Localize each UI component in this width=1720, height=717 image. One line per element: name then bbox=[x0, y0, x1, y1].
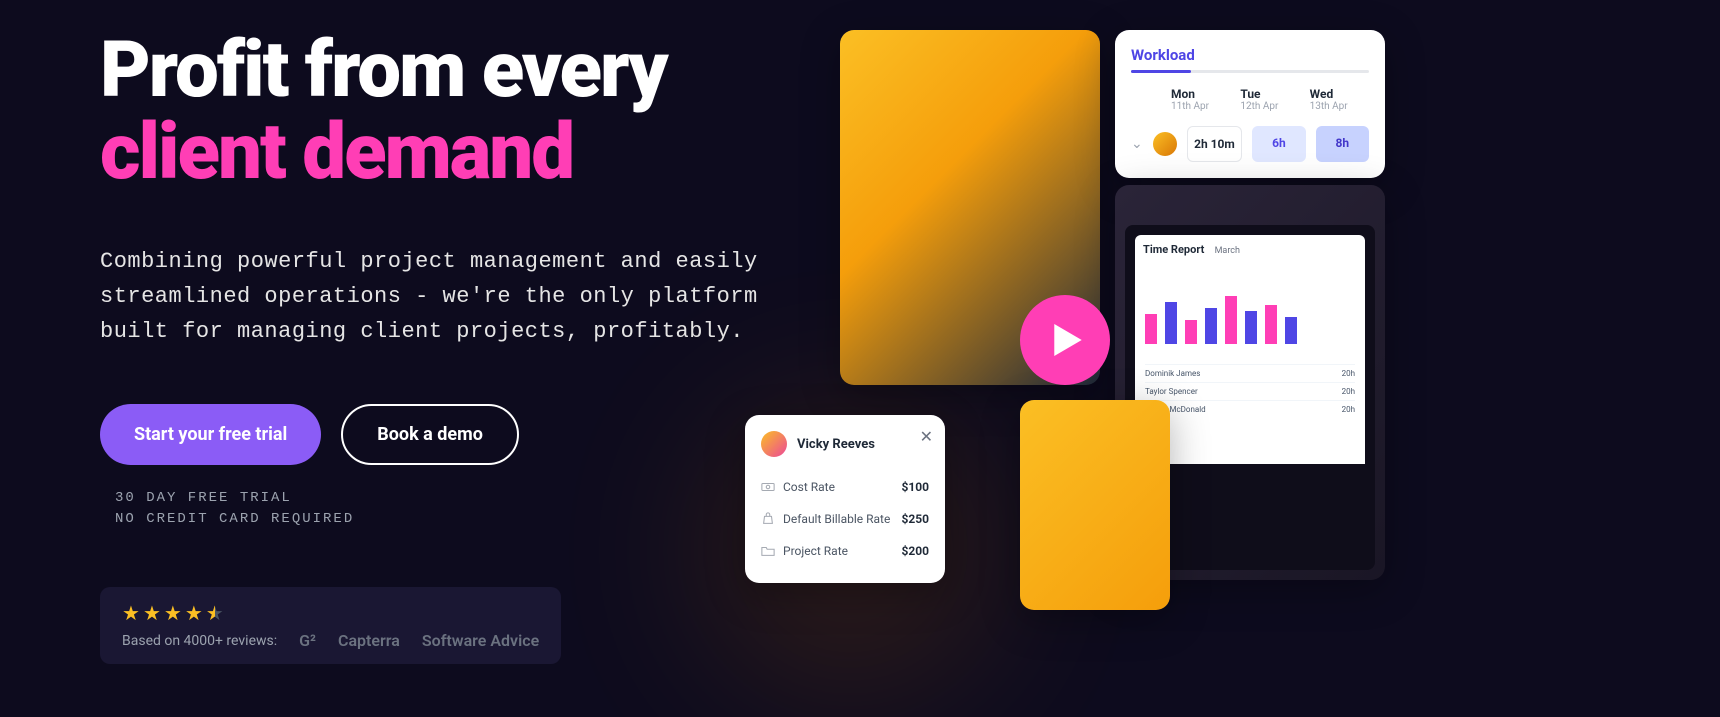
profile-name: Vicky Reeves bbox=[797, 437, 875, 452]
profile-row: Project Rate $200 bbox=[761, 535, 929, 567]
trial-line1: 30 DAY FREE TRIAL bbox=[115, 490, 780, 506]
close-icon[interactable]: ✕ bbox=[920, 427, 933, 446]
headline-line2: client demand bbox=[100, 112, 780, 194]
profile-card: ✕ Vicky Reeves Cost Rate $100 Default Bi… bbox=[745, 415, 945, 583]
trial-info: 30 DAY FREE TRIAL NO CREDIT CARD REQUIRE… bbox=[100, 490, 780, 527]
play-icon bbox=[1054, 324, 1082, 356]
hero-subhead: Combining powerful project management an… bbox=[100, 244, 780, 350]
headline-line1: Profit from every bbox=[100, 30, 780, 112]
star-half-icon: ★ bbox=[206, 601, 224, 625]
chevron-down-icon[interactable]: ⌄ bbox=[1131, 136, 1143, 152]
capterra-logo: Capterra bbox=[338, 631, 400, 650]
star-icon: ★ bbox=[122, 601, 140, 625]
software-advice-logo: Software Advice bbox=[422, 631, 539, 650]
hero-headline: Profit from every client demand bbox=[100, 30, 780, 194]
workload-day: Wed 13th Apr bbox=[1310, 87, 1369, 112]
report-title: Time Report bbox=[1143, 243, 1204, 256]
workload-cell: 2h 10m bbox=[1187, 126, 1242, 162]
star-icon: ★ bbox=[143, 601, 161, 625]
hero-photo-secondary bbox=[1020, 400, 1170, 610]
book-demo-button[interactable]: Book a demo bbox=[341, 404, 519, 465]
workload-day: Tue 12th Apr bbox=[1240, 87, 1299, 112]
workload-tab-indicator bbox=[1131, 70, 1369, 73]
trial-line2: NO CREDIT CARD REQUIRED bbox=[115, 511, 780, 527]
reviews-text: Based on 4000+ reviews: bbox=[122, 633, 277, 649]
start-trial-button[interactable]: Start your free trial bbox=[100, 404, 321, 465]
profile-row: Cost Rate $100 bbox=[761, 471, 929, 503]
star-icon: ★ bbox=[164, 601, 182, 625]
workload-cell: 8h bbox=[1316, 126, 1369, 162]
g2-logo: G² bbox=[299, 631, 316, 650]
workload-cell: 6h bbox=[1252, 126, 1305, 162]
reviews-badge: ★ ★ ★ ★ ★ Based on 4000+ reviews: G² Cap… bbox=[100, 587, 561, 664]
folder-icon bbox=[761, 544, 775, 558]
profile-row: Default Billable Rate $250 bbox=[761, 503, 929, 535]
play-video-button[interactable] bbox=[1020, 295, 1110, 385]
report-chart bbox=[1145, 274, 1355, 354]
workload-day: Mon 11th Apr bbox=[1171, 87, 1230, 112]
avatar bbox=[1153, 132, 1177, 156]
bag-icon bbox=[761, 512, 775, 526]
workload-widget: Workload Mon 11th Apr Tue 12th Apr Wed 1… bbox=[1115, 30, 1385, 178]
report-table: Dominik James20h Taylor Spencer20h Ruben… bbox=[1145, 364, 1355, 418]
avatar bbox=[761, 431, 787, 457]
star-icon: ★ bbox=[185, 601, 203, 625]
star-rating: ★ ★ ★ ★ ★ bbox=[122, 601, 539, 625]
workload-title: Workload bbox=[1131, 46, 1369, 64]
money-icon bbox=[761, 480, 775, 494]
